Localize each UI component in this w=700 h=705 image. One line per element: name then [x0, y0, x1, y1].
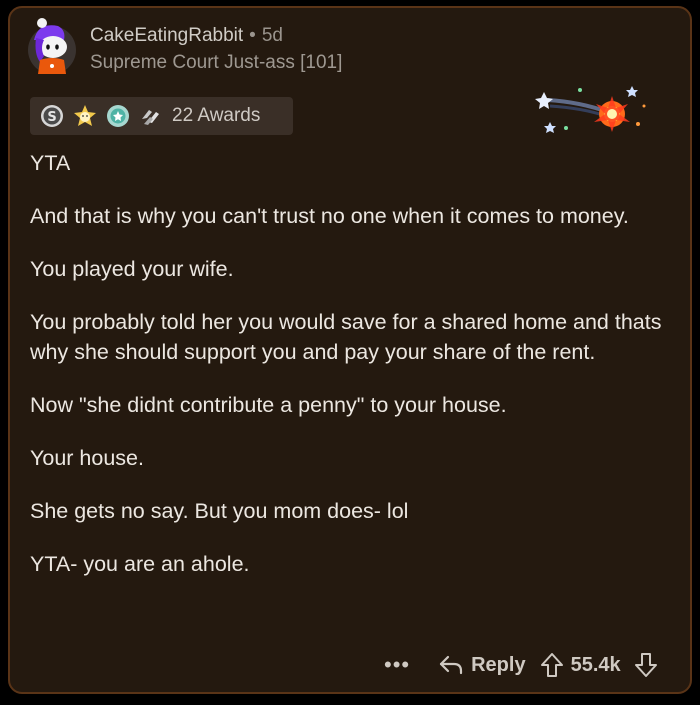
- avatar[interactable]: [20, 16, 76, 80]
- silver-award-icon: S: [40, 104, 64, 128]
- vote-score: 55.4k: [570, 653, 621, 676]
- rocket-award-icon: [520, 78, 650, 140]
- comment-paragraph: YTA: [30, 151, 71, 175]
- hands-award-icon: [139, 104, 163, 128]
- comment-paragraph: Now "she didnt contribute a penny" to yo…: [30, 393, 507, 417]
- comment-header: CakeEatingRabbit • 5d: [90, 25, 283, 47]
- svg-text:S: S: [47, 110, 56, 125]
- comment-paragraph: You played your wife.: [30, 257, 234, 281]
- user-flair: Supreme Court Just-ass [101]: [90, 52, 343, 73]
- comment-actions: ••• Reply 55.4k: [384, 648, 658, 682]
- author-name[interactable]: CakeEatingRabbit: [90, 25, 243, 46]
- more-options-button[interactable]: •••: [384, 654, 410, 676]
- awards-count: 22 Awards: [172, 105, 261, 126]
- upvote-icon[interactable]: [540, 652, 564, 678]
- comment-paragraph: Your house.: [30, 446, 144, 470]
- reply-button[interactable]: Reply: [471, 654, 525, 677]
- separator: •: [249, 25, 256, 46]
- downvote-icon[interactable]: [634, 652, 658, 678]
- wholesome-award-icon: [106, 104, 130, 128]
- comment-paragraph: She gets no say. But you mom does- lol: [30, 499, 409, 523]
- comment-age: 5d: [261, 25, 283, 46]
- comment-paragraph: YTA- you are an ahole.: [30, 552, 250, 576]
- awards-bar[interactable]: S 22 Awards: [30, 97, 293, 135]
- helpful-award-icon: [73, 104, 97, 128]
- comment-card: CakeEatingRabbit • 5d Supreme Court Just-a…: [8, 6, 692, 694]
- comment-paragraph: You probably told her you would save for…: [30, 310, 662, 364]
- comment-paragraph: And that is why you can't trust no one w…: [30, 204, 629, 228]
- reply-icon[interactable]: [438, 654, 464, 676]
- comment-body: YTA And that is why you can't trust no o…: [30, 148, 680, 602]
